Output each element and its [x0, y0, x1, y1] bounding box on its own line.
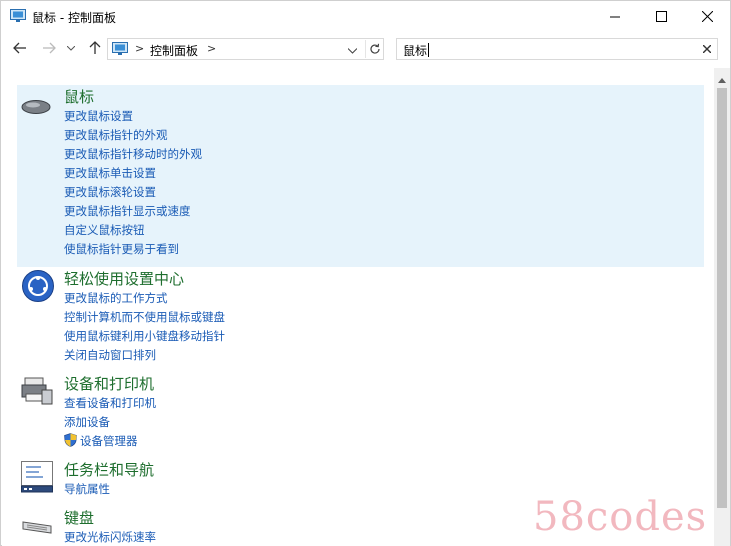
group-title[interactable]: 任务栏和导航 — [64, 459, 154, 480]
vertical-scrollbar[interactable] — [714, 68, 730, 546]
minimize-icon — [610, 16, 620, 17]
control-panel-icon — [10, 9, 26, 22]
group-title[interactable]: 设备和打印机 — [64, 373, 154, 394]
back-button[interactable] — [10, 38, 30, 58]
scroll-up-button[interactable] — [718, 72, 726, 86]
arrow-up-icon — [89, 41, 101, 54]
watermark: 58codes — [533, 494, 708, 540]
group-title[interactable]: 鼠标 — [64, 86, 94, 107]
task-link[interactable]: 更改光标闪烁速率 — [64, 529, 156, 545]
group-title[interactable]: 轻松使用设置中心 — [64, 268, 184, 289]
chevron-down-icon — [67, 45, 75, 51]
result-group-ease-of-access[interactable]: 轻松使用设置中心 更改鼠标的工作方式 控制计算机而不使用鼠标或键盘 使用鼠标键利… — [17, 267, 704, 367]
search-input[interactable]: 鼠标 — [396, 38, 718, 60]
forward-button[interactable] — [39, 38, 59, 58]
address-dropdown-button[interactable] — [347, 43, 358, 57]
task-link[interactable]: 更改鼠标单击设置 — [64, 165, 156, 181]
task-link[interactable]: 更改鼠标指针移动时的外观 — [64, 146, 202, 162]
minimize-button[interactable] — [592, 1, 638, 32]
recent-locations-button[interactable] — [64, 38, 78, 58]
chevron-down-icon — [347, 48, 358, 54]
breadcrumb-separator[interactable]: > — [135, 42, 144, 55]
task-link[interactable]: 更改鼠标指针的外观 — [64, 127, 168, 143]
result-group-mouse[interactable]: 鼠标 更改鼠标设置 更改鼠标指针的外观 更改鼠标指针移动时的外观 更改鼠标单击设… — [17, 85, 704, 267]
task-link[interactable]: 更改鼠标的工作方式 — [64, 290, 168, 306]
task-link[interactable]: 自定义鼠标按钮 — [64, 222, 145, 238]
close-button[interactable] — [684, 1, 730, 32]
arrow-right-icon — [43, 42, 56, 54]
chevron-up-icon — [718, 78, 726, 83]
clear-search-button[interactable] — [702, 42, 712, 57]
task-link[interactable]: 使用鼠标键利用小键盘移动指针 — [64, 328, 225, 344]
taskbar-icon — [21, 461, 53, 496]
task-link[interactable]: 更改鼠标滚轮设置 — [64, 184, 156, 200]
task-link[interactable]: 关闭自动窗口排列 — [64, 347, 156, 363]
task-link[interactable]: 查看设备和打印机 — [64, 395, 156, 411]
window-title: 鼠标 - 控制面板 — [32, 11, 116, 25]
arrow-left-icon — [13, 42, 26, 54]
text-caret — [428, 43, 429, 57]
close-icon — [701, 11, 713, 22]
task-link[interactable]: 更改鼠标设置 — [64, 108, 133, 124]
breadcrumb-control-panel[interactable]: 控制面板 — [150, 42, 198, 59]
group-title[interactable]: 键盘 — [64, 507, 94, 528]
task-link[interactable]: 更改鼠标指针显示或速度 — [64, 203, 191, 219]
ease-of-access-icon — [21, 269, 55, 306]
refresh-icon — [370, 43, 380, 54]
maximize-button[interactable] — [638, 1, 684, 32]
address-bar[interactable]: > 控制面板 > — [107, 38, 384, 60]
maximize-icon — [655, 11, 667, 22]
task-link[interactable]: 使鼠标指针更易于看到 — [64, 241, 179, 257]
close-icon — [702, 44, 712, 54]
task-link[interactable]: 导航属性 — [64, 481, 110, 497]
scrollbar-thumb[interactable] — [717, 88, 727, 508]
breadcrumb-separator[interactable]: > — [207, 42, 216, 55]
control-panel-window: 鼠标 - 控制面板 > 控制面板 > 鼠标 鼠标 更改鼠标设置 更改鼠标指针的外… — [0, 0, 731, 546]
search-results: 鼠标 更改鼠标设置 更改鼠标指针的外观 更改鼠标指针移动时的外观 更改鼠标单击设… — [2, 68, 714, 546]
refresh-button[interactable] — [365, 40, 384, 58]
control-panel-icon — [112, 42, 128, 58]
task-link[interactable]: 添加设备 — [64, 414, 110, 430]
task-link[interactable]: 控制计算机而不使用鼠标或键盘 — [64, 309, 225, 325]
uac-shield-icon — [64, 433, 77, 447]
mouse-icon — [21, 99, 51, 118]
title-bar: 鼠标 - 控制面板 — [1, 1, 730, 32]
result-group-devices-printers[interactable]: 设备和打印机 查看设备和打印机 添加设备 设备管理器 — [17, 372, 704, 454]
keyboard-icon — [21, 520, 53, 537]
search-value: 鼠标 — [403, 44, 428, 58]
task-link[interactable]: 设备管理器 — [80, 433, 138, 449]
printer-icon — [21, 376, 53, 409]
up-button[interactable] — [85, 38, 105, 58]
